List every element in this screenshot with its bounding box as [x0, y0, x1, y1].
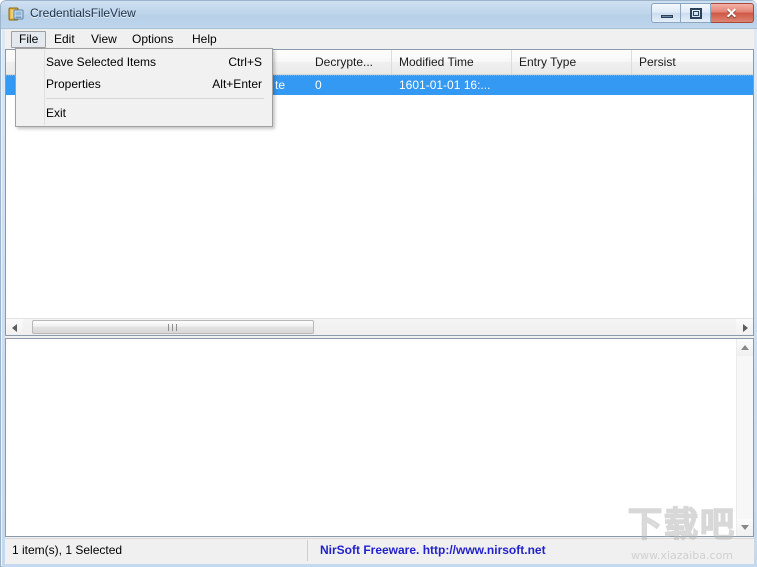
triangle-up-icon [741, 345, 749, 350]
menu-item-shortcut: Alt+Enter [212, 77, 262, 91]
horizontal-scrollbar[interactable] [6, 318, 753, 335]
column-header-persist[interactable]: Persist [632, 50, 753, 74]
menu-item-shortcut: Ctrl+S [228, 55, 262, 69]
triangle-left-icon [12, 324, 17, 332]
title-bar[interactable]: CredentialsFileView ✕ [1, 1, 757, 29]
menu-view[interactable]: View [84, 31, 124, 48]
application-window: CredentialsFileView ✕ File Edit View Opt… [0, 0, 757, 567]
menu-item-save-selected-items[interactable]: Save Selected Items Ctrl+S [16, 51, 272, 73]
menu-separator [46, 98, 264, 99]
horizontal-scrollbar-thumb[interactable] [32, 320, 314, 334]
maximize-button[interactable] [681, 3, 711, 23]
triangle-down-icon [741, 525, 749, 530]
minimize-icon [661, 15, 673, 18]
detail-pane[interactable] [5, 338, 754, 537]
menu-item-properties[interactable]: Properties Alt+Enter [16, 73, 272, 95]
scrollbar-grip-icon [168, 324, 178, 331]
minimize-button[interactable] [651, 3, 681, 23]
menu-item-label: Exit [46, 106, 67, 120]
credentials-file-icon [8, 6, 24, 22]
cell-entry-name: te [275, 78, 286, 92]
close-button[interactable]: ✕ [711, 3, 754, 23]
scroll-up-arrow-icon[interactable] [737, 339, 753, 356]
scroll-left-arrow-icon[interactable] [6, 319, 23, 335]
column-header-modified-time[interactable]: Modified Time [392, 50, 512, 74]
file-menu-dropdown: Save Selected Items Ctrl+S Properties Al… [15, 48, 273, 127]
menu-edit[interactable]: Edit [47, 31, 82, 48]
cell-entry-type [512, 76, 632, 95]
menu-help[interactable]: Help [185, 31, 224, 48]
menu-options[interactable]: Options [125, 31, 180, 48]
column-header-decrypted[interactable]: Decrypte... [308, 50, 392, 74]
cell-modified-time: 1601-01-01 16:... [399, 78, 491, 92]
menu-item-exit[interactable]: Exit [16, 102, 272, 124]
status-bar: 1 item(s), 1 Selected NirSoft Freeware. … [5, 538, 754, 562]
status-item-count: 1 item(s), 1 Selected [6, 540, 308, 561]
close-icon: ✕ [725, 5, 738, 21]
menu-file[interactable]: File [11, 31, 47, 48]
menu-bar: File Edit View Options Help [5, 29, 754, 49]
scroll-down-arrow-icon[interactable] [737, 519, 753, 536]
triangle-right-icon [743, 324, 748, 332]
cell-decrypted: 0 [315, 78, 322, 92]
maximize-icon-inner [693, 11, 699, 16]
detail-pane-vertical-scrollbar[interactable] [736, 339, 753, 536]
menu-item-label: Save Selected Items [46, 55, 157, 69]
column-header-entry-type[interactable]: Entry Type [512, 50, 632, 74]
window-title: CredentialsFileView [30, 6, 136, 20]
status-nirsoft-link[interactable]: NirSoft Freeware. http://www.nirsoft.net [310, 540, 752, 561]
scroll-right-arrow-icon[interactable] [736, 319, 753, 335]
menu-item-label: Properties [46, 77, 101, 91]
cell-persist [632, 76, 753, 95]
